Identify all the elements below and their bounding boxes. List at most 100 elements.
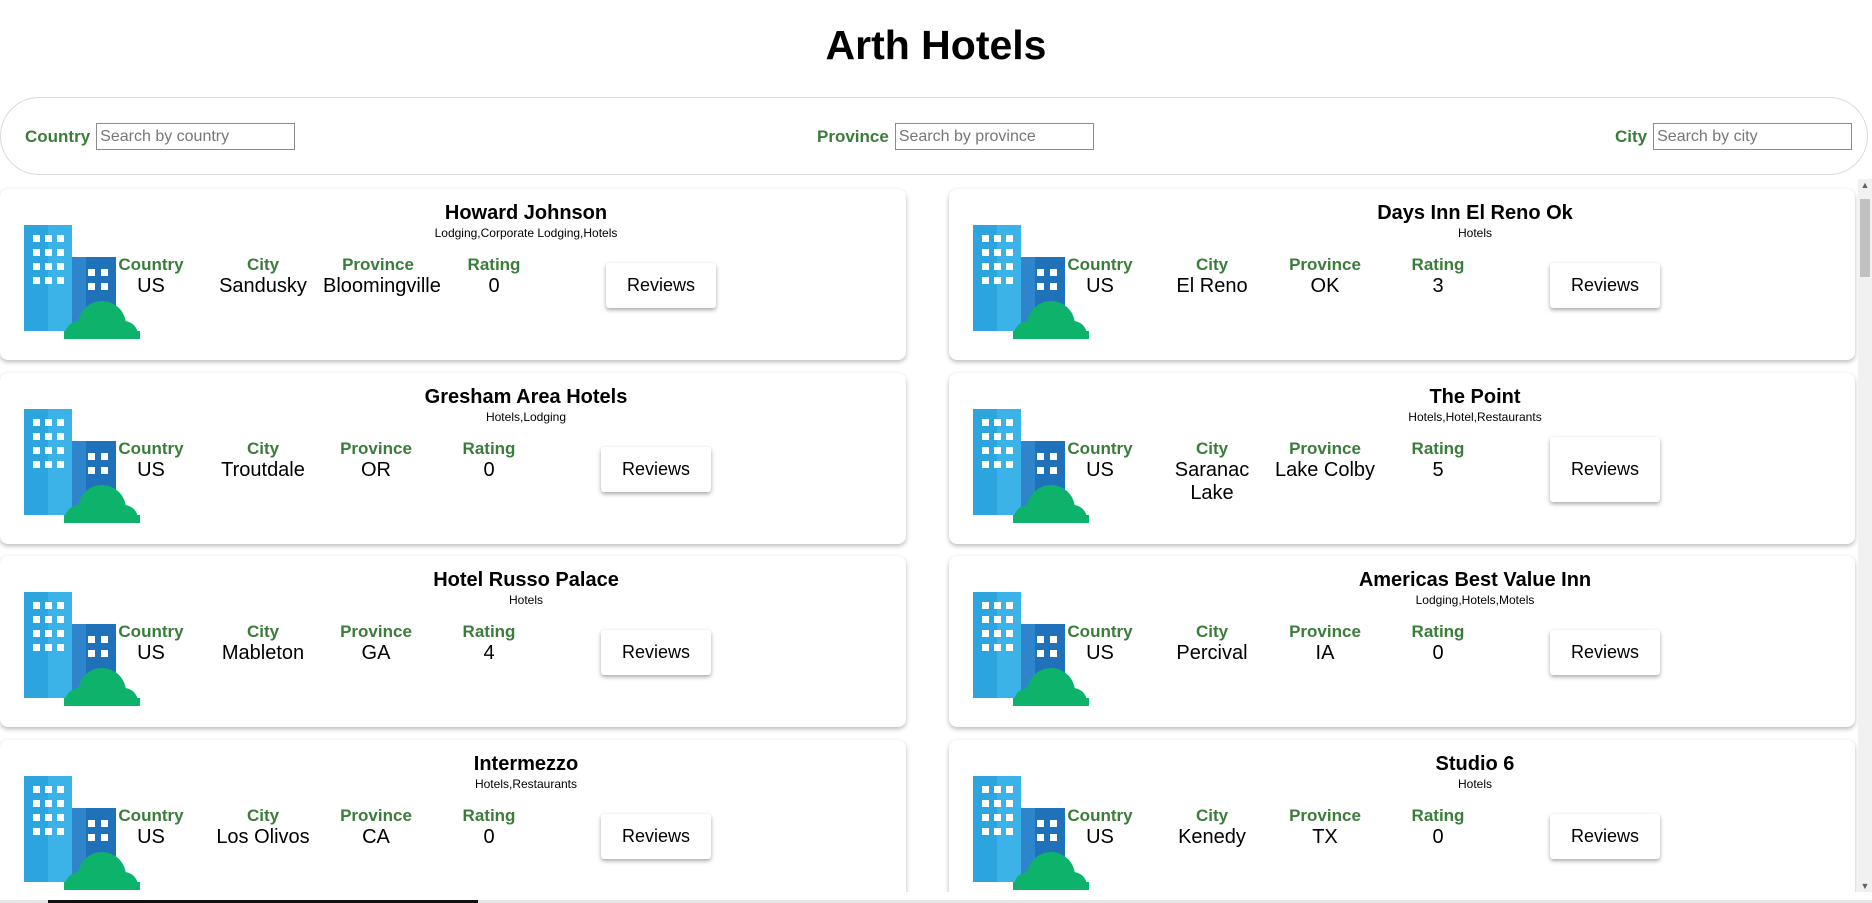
hotel-name: Gresham Area Hotels <box>424 386 628 408</box>
rating-label: Rating <box>462 806 516 825</box>
country-field: Country US <box>96 622 206 665</box>
reviews-button[interactable]: Reviews <box>1550 263 1660 308</box>
city-search-input[interactable] <box>1653 123 1853 150</box>
hotel-card-5: Hotel Russo Palace Hotels Country US Cit… <box>0 556 906 727</box>
scroll-down-icon[interactable]: ▼ <box>1858 880 1872 892</box>
province-value: OR <box>361 459 391 481</box>
hotel-card-1: Howard Johnson Lodging,Corporate Lodging… <box>0 189 906 360</box>
city-value: Sandusky <box>219 275 307 297</box>
country-value: US <box>137 826 165 848</box>
country-label: Country <box>118 622 184 641</box>
province-label: Province <box>340 806 412 825</box>
hotel-categories: Hotels <box>1457 777 1492 791</box>
province-label: Province <box>1289 622 1361 641</box>
country-value: US <box>137 642 165 664</box>
reviews-button[interactable]: Reviews <box>1550 630 1660 675</box>
province-field: Province Lake Colby <box>1270 439 1380 482</box>
rating-value: 0 <box>1432 642 1444 664</box>
hotel-categories: Lodging,Corporate Lodging,Hotels <box>434 226 618 240</box>
country-field: Country US <box>1045 622 1155 665</box>
rating-label: Rating <box>467 255 521 274</box>
country-label: Country <box>1067 255 1133 274</box>
country-label: Country <box>118 806 184 825</box>
reviews-button[interactable]: Reviews <box>606 263 716 308</box>
country-field: Country US <box>96 439 206 482</box>
city-field: City Troutdale <box>208 439 318 482</box>
city-value: Troutdale <box>221 459 305 481</box>
city-label: City <box>246 255 280 274</box>
country-value: US <box>1086 275 1114 297</box>
country-search-input[interactable] <box>96 123 296 150</box>
rating-value: 0 <box>483 459 495 481</box>
hotel-name: Howard Johnson <box>444 202 608 224</box>
hotel-name: Days Inn El Reno Ok <box>1377 202 1573 224</box>
province-field: Province IA <box>1270 622 1380 665</box>
reviews-button[interactable]: Reviews <box>1550 437 1660 502</box>
rating-label: Rating <box>1411 439 1465 458</box>
hotel-name: Hotel Russo Palace <box>433 569 619 591</box>
scrollbar-thumb[interactable] <box>1860 199 1870 277</box>
province-field: Province CA <box>321 806 431 849</box>
country-label: Country <box>1067 439 1133 458</box>
hotel-card-2: Days Inn El Reno Ok Hotels Country US Ci… <box>949 189 1855 360</box>
country-field: Country US <box>1045 439 1155 482</box>
province-label: Province <box>342 255 414 274</box>
country-field: Country US <box>1045 806 1155 849</box>
rating-label: Rating <box>462 439 516 458</box>
country-value: US <box>1086 642 1114 664</box>
rating-value: 0 <box>488 275 500 297</box>
rating-value: 3 <box>1432 275 1444 297</box>
city-field: City El Reno <box>1157 255 1267 298</box>
country-search-group: Country <box>25 123 296 150</box>
country-value: US <box>1086 826 1114 848</box>
hotel-card-4: The Point Hotels,Hotel,Restaurants Count… <box>949 373 1855 544</box>
page-title: Arth Hotels <box>825 22 1047 68</box>
hotel-categories: Lodging,Hotels,Motels <box>1415 593 1535 607</box>
province-value: TX <box>1312 826 1338 848</box>
vertical-scrollbar[interactable]: ▲ ▼ <box>1858 179 1872 892</box>
country-value: US <box>137 275 165 297</box>
province-label: Province <box>1289 255 1361 274</box>
hotel-categories: Hotels,Lodging <box>485 410 567 424</box>
country-field: Country US <box>96 255 206 298</box>
city-field: City Kenedy <box>1157 806 1267 849</box>
reviews-button[interactable]: Reviews <box>1550 814 1660 859</box>
city-label: City <box>1195 622 1229 641</box>
city-field: City Los Olivos <box>208 806 318 849</box>
hotel-list[interactable]: Howard Johnson Lodging,Corporate Lodging… <box>0 179 1858 892</box>
province-value: OK <box>1310 275 1340 297</box>
rating-field: Rating 0 <box>1383 622 1493 665</box>
city-label: City <box>1195 255 1229 274</box>
country-label: Country <box>1067 806 1133 825</box>
city-field: City Percival <box>1157 622 1267 665</box>
scroll-up-icon[interactable]: ▲ <box>1858 179 1872 191</box>
hotel-categories: Hotels,Restaurants <box>474 777 578 791</box>
hotel-name: Intermezzo <box>473 753 579 775</box>
country-label: Country <box>118 439 184 458</box>
country-field: Country US <box>1045 255 1155 298</box>
rating-field: Rating 0 <box>434 439 544 482</box>
hotel-card-6: Americas Best Value Inn Lodging,Hotels,M… <box>949 556 1855 727</box>
country-field: Country US <box>96 806 206 849</box>
hotel-name: Studio 6 <box>1435 753 1515 775</box>
reviews-button[interactable]: Reviews <box>601 447 711 492</box>
rating-label: Rating <box>1411 622 1465 641</box>
hotel-categories: Hotels,Hotel,Restaurants <box>1408 410 1542 424</box>
province-label: Province <box>340 439 412 458</box>
rating-label: Rating <box>462 622 516 641</box>
reviews-button[interactable]: Reviews <box>601 814 711 859</box>
province-label: Province <box>340 622 412 641</box>
hotel-card-7: Intermezzo Hotels,Restaurants Country US… <box>0 740 906 892</box>
rating-field: Rating 3 <box>1383 255 1493 298</box>
province-value: IA <box>1315 642 1335 664</box>
province-search-label: Province <box>817 126 889 146</box>
reviews-button[interactable]: Reviews <box>601 630 711 675</box>
province-label: Province <box>1289 806 1361 825</box>
hotel-card-8: Studio 6 Hotels Country US City Kenedy P… <box>949 740 1855 892</box>
rating-field: Rating 0 <box>1383 806 1493 849</box>
search-bar: Country Province City <box>0 97 1868 175</box>
hotel-categories: Hotels <box>1457 226 1492 240</box>
province-search-input[interactable] <box>894 123 1094 150</box>
province-field: Province Bloomingville <box>323 255 441 298</box>
city-label: City <box>246 806 280 825</box>
